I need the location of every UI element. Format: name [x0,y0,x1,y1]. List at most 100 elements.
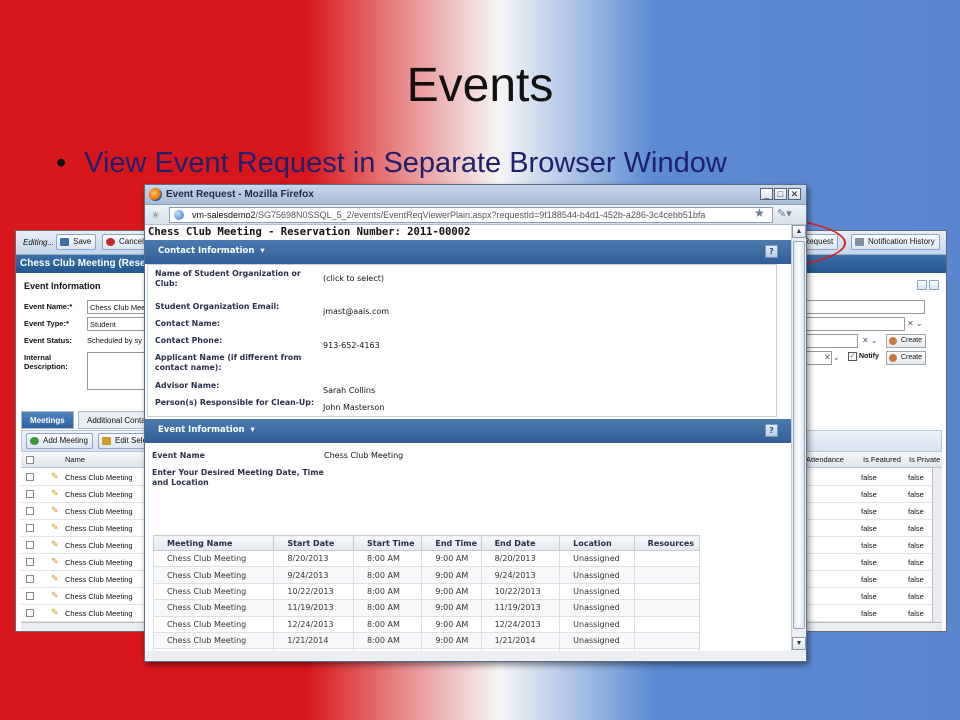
row-checkbox[interactable] [26,507,34,515]
right-field-3[interactable] [806,334,858,348]
row-name: Chess Club Meeting [65,507,133,516]
row-checkbox[interactable] [26,609,34,617]
table-cell: 9/24/2013 [273,566,355,584]
create-button[interactable]: Create [886,351,927,365]
url-path: /SG75698N0SSQL_5_2/events/EventReqViewer… [255,210,706,220]
notify-checkbox[interactable]: ✓ [848,352,857,361]
column-header: Location [559,535,635,551]
pencil-icon[interactable]: ✎ [51,505,59,516]
row-is-private: false [908,473,924,482]
col-is-featured[interactable]: Is Featured [863,455,901,464]
event-section-label: Event Information ▾ [158,425,255,435]
column-header: Meeting Name [152,535,275,551]
grid-vertical-scrollbar[interactable] [932,468,942,622]
col-attendance[interactable]: Attendance [806,455,844,464]
row-checkbox[interactable] [26,541,34,549]
table-cell: 8:00 AM [353,599,423,617]
row-is-featured: false [861,575,877,584]
col-is-private[interactable]: Is Private [909,455,940,464]
pencil-icon[interactable]: ✎ [51,607,59,618]
table-cell: 8:00 AM [353,549,423,568]
clear-icon[interactable]: ✕ ⌄ [862,336,878,345]
firefox-popup-window: Event Request - Mozilla Firefox _ □ ✕ ✳ … [144,184,807,662]
right-field-2[interactable] [806,317,905,331]
contact-field-label: Advisor Name: [155,381,220,390]
table-cell: 9:00 AM [421,566,482,584]
scroll-up-icon[interactable]: ▲ [792,225,806,238]
help-icon[interactable]: ? [765,424,778,437]
cancel-button[interactable]: Cancel [102,234,149,250]
notification-history-button[interactable]: Notification History [851,234,940,250]
page-vertical-scrollbar[interactable]: ▲ ▼ [791,225,806,651]
pencil-icon[interactable]: ✎ [51,522,59,533]
minimize-icon[interactable]: _ [760,188,773,200]
help-icon[interactable]: ? [765,245,778,258]
tab-meetings[interactable]: Meetings [21,411,74,429]
pencil-icon[interactable]: ✎ [51,488,59,499]
bookmark-star-icon[interactable]: ★ [754,206,765,220]
row-checkbox[interactable] [26,524,34,532]
table-row: Chess Club Meeting 9/24/2013 8:00 AM 9:00 A… [152,566,701,584]
collapse-icon[interactable] [929,280,939,290]
row-name: Chess Club Meeting [65,490,133,499]
slide-title: Events [406,59,554,112]
row-checkbox[interactable] [26,592,34,600]
table-cell: 11/19/2013 [480,599,561,617]
contact-field-label: Name of Student Organization or Club: [155,269,301,288]
column-header: Resources [633,535,701,551]
event-status-value: Scheduled by sy [87,336,143,345]
add-meeting-button[interactable]: Add Meeting [26,433,93,449]
url-bar[interactable]: vm-salesdemo2/SG75698N0SSQL_5_2/events/E… [169,207,773,223]
contact-field-value: John Masterson [323,403,385,412]
row-name: Chess Club Meeting [65,609,133,618]
row-checkbox[interactable] [26,575,34,583]
clear-icon[interactable]: ✕ ⌄ [907,319,923,328]
col-name[interactable]: Name [65,455,85,464]
event-status-label: Event Status: [24,336,72,345]
pencil-icon[interactable]: ✎ [51,539,59,550]
row-checkbox[interactable] [26,490,34,498]
contact-field-value[interactable]: (click to select) [323,274,384,283]
table-cell: Unassigned [559,599,635,617]
event-name-input[interactable]: Chess Club Mee [87,300,147,314]
table-cell: Unassigned [559,566,635,584]
row-is-featured: false [861,592,877,601]
pencil-icon[interactable]: ✎ [51,471,59,482]
row-checkbox[interactable] [26,558,34,566]
table-cell: 10/22/2013 [273,582,355,601]
row-is-private: false [908,575,924,584]
table-row: Chess Club Meeting 11/19/2013 8:00 AM 9:00 … [152,599,701,617]
table-cell: 8:00 AM [353,566,423,584]
internal-description-textarea[interactable] [87,352,147,390]
contact-field-value: 913-652-4163 [323,341,380,350]
event-type-label: Event Type:* [24,319,69,328]
column-header: End Date [480,535,561,551]
help-icon[interactable] [917,280,927,290]
tools-icon[interactable]: ✎▾ [777,207,792,220]
scroll-down-icon[interactable]: ▼ [792,637,806,650]
meetings-table: Meeting Name Start Date Start Time End Time… [152,535,701,661]
contact-field-label: Applicant Name (if different from contac… [155,353,302,372]
clear-icon[interactable]: ✕ ⌄ [824,353,840,362]
pencil-icon[interactable]: ✎ [51,573,59,584]
pencil-icon[interactable]: ✎ [51,556,59,567]
event-name-label: Event Name:* [24,302,73,311]
column-header: Start Date [273,535,355,551]
close-icon[interactable]: ✕ [788,188,801,200]
table-row: Chess Club Meeting 8/20/2013 8:00 AM 9:00 A… [152,549,701,568]
save-button[interactable]: Save [56,234,97,250]
scroll-thumb[interactable] [793,241,805,629]
contact-information-bar[interactable]: Contact Information ▾ ? [145,240,791,264]
event-information-bar[interactable]: Event Information ▾ ? [145,419,791,443]
column-header: Start Time [353,535,423,551]
right-field-1[interactable] [806,300,925,314]
event-type-select[interactable]: Student [87,317,147,331]
select-all-checkbox[interactable] [26,456,34,464]
maximize-icon[interactable]: □ [774,188,787,200]
row-is-featured: false [861,490,877,499]
create-button[interactable]: Create [886,334,927,348]
table-cell: 9:00 AM [421,599,482,617]
pencil-icon[interactable]: ✎ [51,590,59,601]
row-checkbox[interactable] [26,473,34,481]
window-titlebar[interactable]: Event Request - Mozilla Firefox _ □ ✕ [145,185,806,205]
